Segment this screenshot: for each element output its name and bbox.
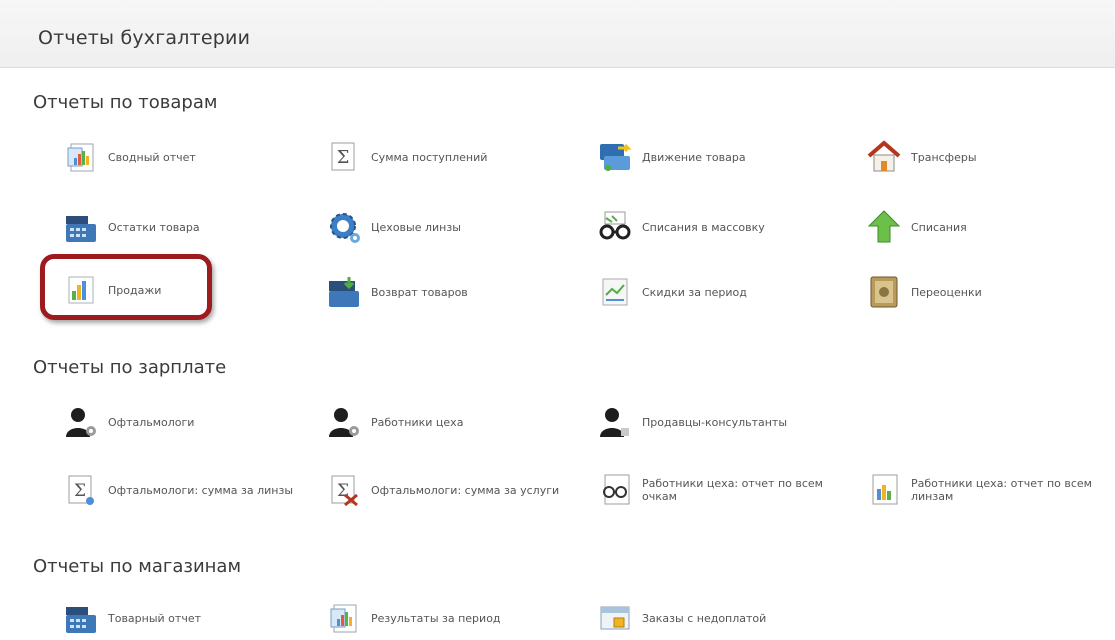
house-icon [865,138,903,176]
report-link-workshop-lenses[interactable]: Цеховые линзы [325,205,461,249]
report-label: Цеховые линзы [371,220,461,234]
report-label: Заказы с недоплатой [642,611,767,625]
section-title-goods: Отчеты по товарам [33,92,218,113]
report-link-transfers[interactable]: Трансферы [865,135,977,179]
svg-text:Σ: Σ [337,147,350,168]
report-link-workers-glasses[interactable]: Работники цеха: отчет по всем очкам [596,468,832,512]
lens-doc-icon [865,471,903,509]
cash-register-icon [62,599,100,637]
page-header: Отчеты бухгалтерии [0,0,1115,68]
gear-icon [325,208,363,246]
section-title-salary: Отчеты по зарплате [33,357,227,378]
report-label: Офтальмологи [108,415,195,429]
report-chart-icon [325,599,363,637]
report-link-underpaid-orders[interactable]: Заказы с недоплатой [596,596,766,640]
report-label: Возврат товаров [371,285,468,299]
user-gear-icon [62,403,100,441]
report-link-period-results[interactable]: Результаты за период [325,596,501,640]
report-label: Остатки товара [108,220,200,234]
cash-register-icon [62,208,100,246]
sigma-tools-icon: Σ [325,471,363,509]
user-gear-icon [325,403,363,441]
report-label: Скидки за период [642,285,747,299]
report-link-stock[interactable]: Остатки товара [62,205,200,249]
goods-movement-icon [596,138,634,176]
report-link-ophthalmologists-lenses[interactable]: Σ Офтальмологи: сумма за линзы [62,468,298,512]
report-label: Сумма поступлений [371,150,488,164]
report-link-ophthalmologists[interactable]: Офтальмологи [62,400,194,444]
report-label: Списания в массовку [642,220,765,234]
report-link-goods-movement[interactable]: Движение товара [596,135,746,179]
svg-text:Σ: Σ [74,481,86,501]
section-title-stores: Отчеты по магазинам [33,556,242,577]
report-label: Работники цеха: отчет по всем очкам [642,477,823,503]
report-link-receipts-sum[interactable]: Σ Сумма поступлений [325,135,487,179]
green-arrow-up-icon [865,208,903,246]
report-label: Сводный отчет [108,150,196,164]
report-label: Продажи [108,283,162,297]
report-label: Списания [911,220,967,234]
report-link-writeoff[interactable]: Списания [865,205,967,249]
report-link-goods-return[interactable]: Возврат товаров [325,270,468,314]
report-link-ophthalmologists-services[interactable]: Σ Офтальмологи: сумма за услуги [325,468,561,512]
sigma-icon: Σ [325,138,363,176]
report-link-mass-writeoff[interactable]: Списания в массовку [596,205,765,249]
page-title: Отчеты бухгалтерии [38,27,251,49]
report-label: Офтальмологи: сумма за линзы [108,483,294,497]
report-link-sales[interactable]: Продажи [62,268,161,312]
glasses-doc-icon [596,471,634,509]
underpaid-orders-icon [596,599,634,637]
discount-icon [596,273,634,311]
report-link-discounts[interactable]: Скидки за период [596,270,747,314]
report-label: Трансферы [911,150,977,164]
report-label: Офтальмологи: сумма за услуги [371,483,560,497]
report-link-workshop-workers[interactable]: Работники цеха [325,400,463,444]
report-label: Работники цеха [371,415,464,429]
user-icon [596,403,634,441]
report-link-workers-lenses[interactable]: Работники цеха: отчет по всем линзам [865,468,1111,512]
return-goods-icon [325,273,363,311]
revaluation-icon [865,273,903,311]
sigma-doc-icon: Σ [62,471,100,509]
report-label: Переоценки [911,285,982,299]
report-label: Движение товара [642,150,746,164]
sales-chart-icon [62,271,100,309]
report-chart-icon [62,138,100,176]
report-link-sales-consultants[interactable]: Продавцы-консультанты [596,400,787,444]
report-label: Работники цеха: отчет по всем линзам [911,477,1092,503]
report-link-summary[interactable]: Сводный отчет [62,135,196,179]
report-label: Продавцы-консультанты [642,415,788,429]
report-link-goods-report[interactable]: Товарный отчет [62,596,201,640]
report-link-revaluations[interactable]: Переоценки [865,270,982,314]
report-label: Результаты за период [371,611,501,625]
glasses-icon [596,208,634,246]
report-label: Товарный отчет [108,611,201,625]
